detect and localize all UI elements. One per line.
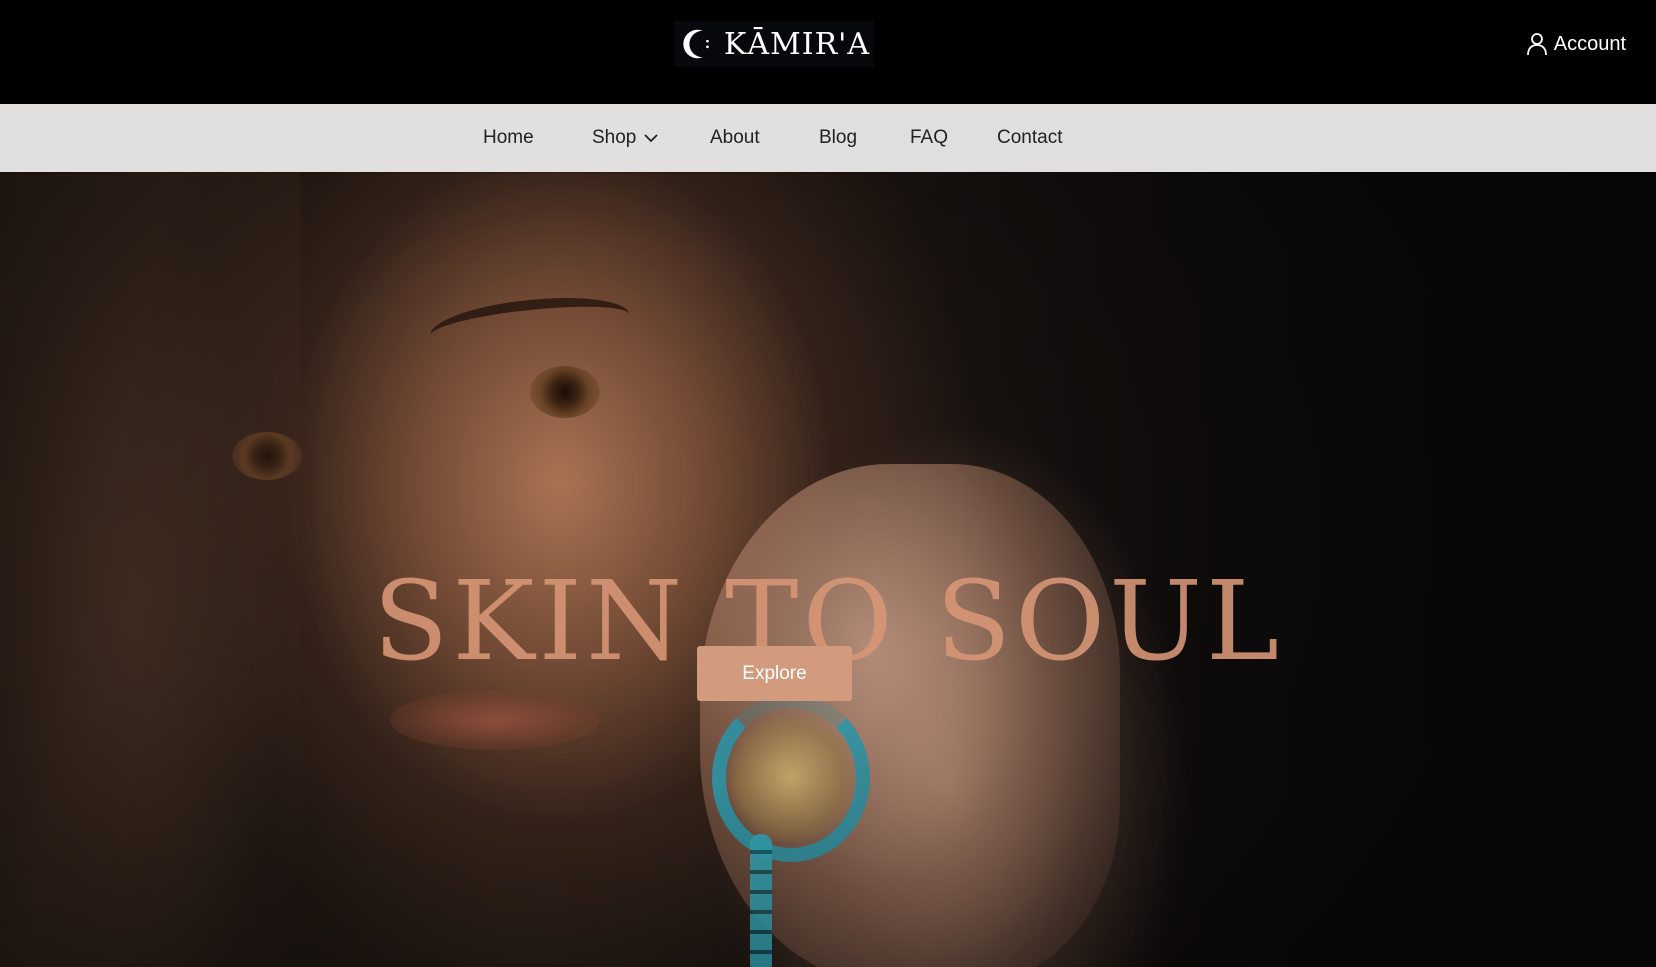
nav-item-label: Blog <box>819 127 858 148</box>
account-label: Account <box>1553 32 1626 55</box>
nav-item-about[interactable]: About <box>710 104 760 172</box>
crescent-moon-icon <box>683 29 709 59</box>
hero-banner: SKIN TO SOUL Explore <box>0 104 1656 967</box>
chevron-down-icon <box>644 134 659 143</box>
main-nav: Home Shop About Blog FAQ Contact <box>0 104 1656 172</box>
nav-item-label: Contact <box>997 127 1063 148</box>
top-header: KĀMIR'A Account <box>0 0 1656 104</box>
explore-button[interactable]: Explore <box>697 646 852 701</box>
nav-item-blog[interactable]: Blog <box>819 104 857 172</box>
nav-item-label: FAQ <box>910 127 949 148</box>
hero-photo-shade <box>0 104 1656 967</box>
nav-item-label: About <box>710 127 760 148</box>
nav-item-shop[interactable]: Shop <box>592 104 659 172</box>
user-icon <box>1526 33 1547 56</box>
nav-item-label: Shop <box>592 127 637 148</box>
site-logo[interactable]: KĀMIR'A <box>674 21 874 67</box>
nav-item-label: Home <box>483 127 534 148</box>
logo-text: KĀMIR'A <box>723 26 871 62</box>
nav-item-faq[interactable]: FAQ <box>910 104 948 172</box>
nav-item-home[interactable]: Home <box>483 104 534 172</box>
page: SKIN TO SOUL Explore KĀMIR'A Account Hom… <box>0 0 1656 967</box>
nav-item-contact[interactable]: Contact <box>997 104 1062 172</box>
account-link[interactable]: Account <box>1526 32 1626 56</box>
